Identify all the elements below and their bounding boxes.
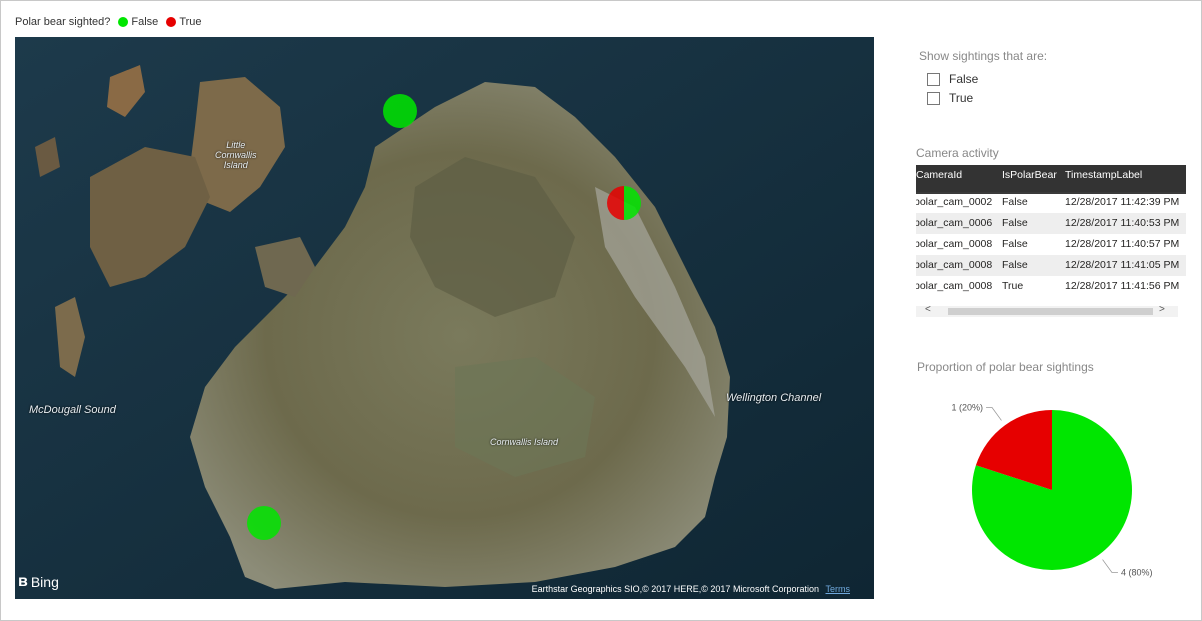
map-label-little-cornwallis: Little Cornwallis Island (215, 140, 257, 170)
slicer-option-label: False (949, 72, 979, 86)
table-body: polar_cam_0002 False 12/28/2017 11:42:39… (916, 192, 1186, 297)
slicer-option-false[interactable]: False (927, 72, 978, 86)
satellite-map[interactable]: Little Cornwallis Island McDougall Sound… (15, 37, 874, 599)
column-header-cameraid[interactable]: CameraId (916, 169, 962, 181)
cell-timestamp: 12/28/2017 11:41:05 PM (1065, 259, 1180, 271)
pie-data-label: 1 (20%) (952, 402, 984, 412)
table-horizontal-scrollbar[interactable]: < > (916, 304, 1178, 317)
map-legend: Polar bear sighted? False True (15, 16, 210, 28)
pie-data-label: 4 (80%) (1121, 568, 1153, 578)
pie-chart-title: Proportion of polar bear sightings (917, 360, 1094, 374)
table-row[interactable]: polar_cam_0008 True 12/28/2017 11:41:56 … (916, 276, 1186, 297)
checkbox[interactable] (927, 91, 940, 105)
map-terrain (15, 37, 874, 599)
legend-dot-icon (166, 17, 177, 27)
pie-leader-line (1102, 559, 1118, 573)
slicer-option-label: True (949, 91, 974, 105)
table-row[interactable]: polar_cam_0008 False 12/28/2017 11:41:05… (916, 255, 1186, 276)
scrollbar-thumb[interactable] (948, 308, 1153, 315)
cell-cameraid: polar_cam_0006 (916, 217, 993, 229)
cell-timestamp: 12/28/2017 11:40:57 PM (1065, 238, 1180, 250)
cell-cameraid: polar_cam_0002 (916, 196, 993, 208)
table-row[interactable]: polar_cam_0008 False 12/28/2017 11:40:57… (916, 234, 1186, 255)
map-copyright: Earthstar Geographics SIO,© 2017 HERE,© … (532, 584, 850, 594)
pie-leader-line (986, 407, 1002, 421)
bing-logo: ʙ Bing (18, 573, 59, 591)
legend-dot-icon (118, 17, 129, 27)
legend-item-false[interactable]: False (118, 16, 158, 28)
pie-chart: 4 (80%) 1 (20%) (952, 402, 1153, 578)
bing-label: Bing (30, 574, 59, 590)
slicer-title: Show sightings that are: (919, 49, 1048, 63)
checkbox[interactable] (927, 72, 940, 86)
map-label-cornwallis-island: Cornwallis Island (490, 437, 559, 447)
legend-label: True (179, 16, 202, 28)
cell-cameraid: polar_cam_0008 (916, 238, 993, 250)
column-header-timestamplabel[interactable]: TimestampLabel (1065, 169, 1142, 181)
cell-timestamp: 12/28/2017 11:42:39 PM (1065, 196, 1180, 208)
cell-ispolarbear: False (1002, 196, 1028, 208)
scroll-right-icon[interactable]: > (1159, 304, 1165, 315)
map-label-wellington-channel: Wellington Channel (726, 392, 822, 404)
table-title: Camera activity (916, 146, 999, 160)
bing-icon: ʙ (18, 573, 28, 590)
column-header-ispolarbear[interactable]: IsPolarBear (1002, 169, 1057, 181)
cell-cameraid: polar_cam_0008 (916, 280, 993, 292)
cell-ispolarbear: False (1002, 217, 1028, 229)
map-label-mcdougall-sound: McDougall Sound (29, 404, 116, 416)
cell-ispolarbear: True (1002, 280, 1024, 292)
cell-cameraid: polar_cam_0008 (916, 259, 993, 271)
table-header: CameraId IsPolarBear TimestampLabel (916, 165, 1186, 194)
legend-item-true[interactable]: True (166, 16, 202, 28)
copyright-text: Earthstar Geographics SIO,© 2017 HERE,© … (531, 584, 819, 594)
cell-timestamp: 12/28/2017 11:40:53 PM (1065, 217, 1180, 229)
cell-ispolarbear: False (1002, 259, 1028, 271)
map-marker-mixed[interactable] (607, 186, 641, 220)
table-row[interactable]: polar_cam_0006 False 12/28/2017 11:40:53… (916, 213, 1186, 234)
cell-ispolarbear: False (1002, 238, 1028, 250)
cell-timestamp: 12/28/2017 11:41:56 PM (1065, 280, 1180, 292)
map-marker-false[interactable] (247, 506, 281, 540)
slicer-option-true[interactable]: True (927, 91, 973, 105)
legend-label: False (131, 16, 159, 28)
scroll-left-icon[interactable]: < (925, 304, 931, 315)
legend-title: Polar bear sighted? (15, 16, 111, 28)
table-row[interactable]: polar_cam_0002 False 12/28/2017 11:42:39… (916, 192, 1186, 213)
map-marker-false[interactable] (383, 94, 417, 128)
terms-link[interactable]: Terms (826, 584, 851, 594)
